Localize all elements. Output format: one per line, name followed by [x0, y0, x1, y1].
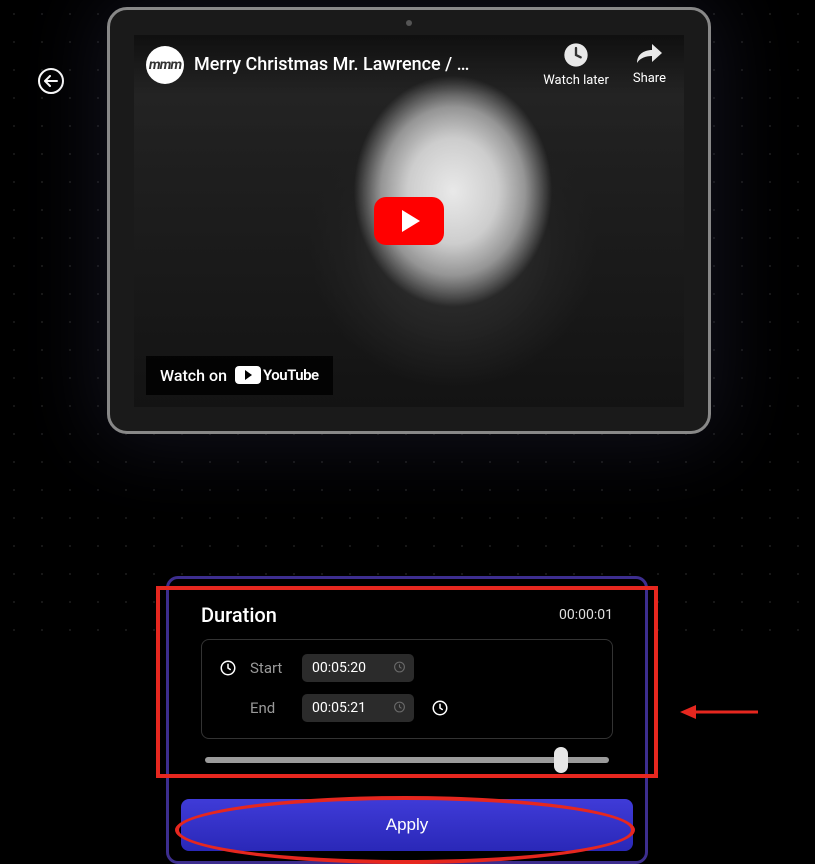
video-actions: Watch later Share [543, 41, 672, 88]
arrow-left-icon [44, 75, 58, 87]
tablet-frame: mmm Merry Christmas Mr. Lawrence / … Wat… [107, 7, 711, 434]
watch-later-label: Watch later [543, 73, 609, 88]
back-button[interactable] [38, 68, 64, 94]
duration-card: Duration 00:00:01 Start [179, 589, 635, 781]
play-icon [402, 210, 420, 232]
clock-icon [218, 658, 238, 678]
start-label: Start [250, 659, 290, 677]
play-button[interactable] [374, 197, 444, 245]
watch-on-prefix: Watch on [160, 366, 227, 385]
duration-title: Duration [201, 603, 277, 627]
spacer [218, 698, 238, 718]
duration-total: 00:00:01 [559, 607, 613, 623]
channel-avatar[interactable]: mmm [146, 46, 184, 84]
end-time-input[interactable] [302, 694, 414, 722]
slider-thumb[interactable] [554, 747, 568, 773]
duration-slider[interactable] [205, 757, 609, 763]
video-title: Merry Christmas Mr. Lawrence / … [194, 54, 533, 75]
end-row: End [218, 694, 596, 722]
watch-on-youtube-button[interactable]: Watch on YouTube [146, 356, 333, 395]
tablet-camera-dot [406, 20, 412, 26]
start-row: Start [218, 654, 596, 682]
time-range-box: Start End [201, 639, 613, 739]
start-time-input[interactable] [302, 654, 414, 682]
video-top-bar: mmm Merry Christmas Mr. Lawrence / … Wat… [134, 35, 684, 95]
youtube-logo: YouTube [235, 366, 319, 384]
end-clock-icon[interactable] [430, 698, 450, 718]
watch-later-button[interactable]: Watch later [543, 41, 609, 88]
duration-panel: Duration 00:00:01 Start [166, 576, 648, 864]
share-icon [634, 41, 664, 67]
annotation-arrow [680, 700, 760, 724]
video-player[interactable]: mmm Merry Christmas Mr. Lawrence / … Wat… [134, 35, 684, 407]
end-label: End [250, 699, 290, 717]
apply-button[interactable]: Apply [181, 799, 633, 851]
share-label: Share [633, 71, 666, 86]
clock-icon [562, 41, 590, 69]
share-button[interactable]: Share [633, 41, 666, 88]
